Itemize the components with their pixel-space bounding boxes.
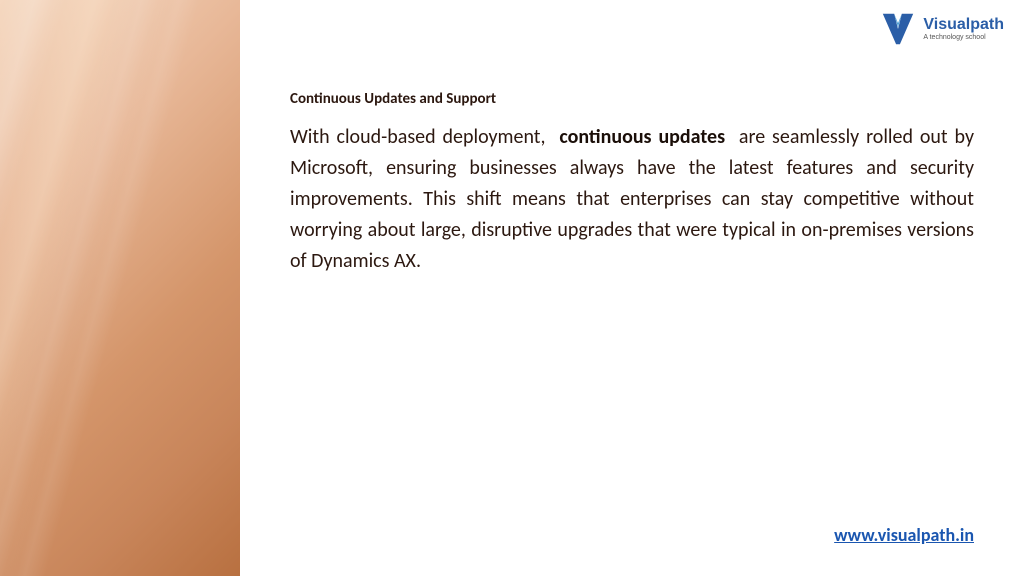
website-link-container: www.visualpath.in <box>290 504 974 546</box>
section-title: Continuous Updates and Support <box>290 90 974 108</box>
paragraph-bold: continuous updates <box>559 125 725 149</box>
logo-container: Visualpath A technology school <box>879 10 1004 48</box>
logo-tagline: A technology school <box>923 34 1004 42</box>
visualpath-logo-icon <box>879 10 917 48</box>
website-link[interactable]: www.visualpath.in <box>834 524 974 546</box>
main-paragraph: With cloud-based deployment, continuous … <box>290 122 974 277</box>
right-content-panel: Visualpath A technology school Continuou… <box>240 0 1024 576</box>
logo-text-block: Visualpath A technology school <box>923 16 1004 41</box>
left-decorative-panel <box>0 0 240 576</box>
slide-container: Visualpath A technology school Continuou… <box>0 0 1024 576</box>
paragraph-intro: With cloud-based deployment, <box>290 125 546 149</box>
logo-name: Visualpath <box>923 16 1004 34</box>
